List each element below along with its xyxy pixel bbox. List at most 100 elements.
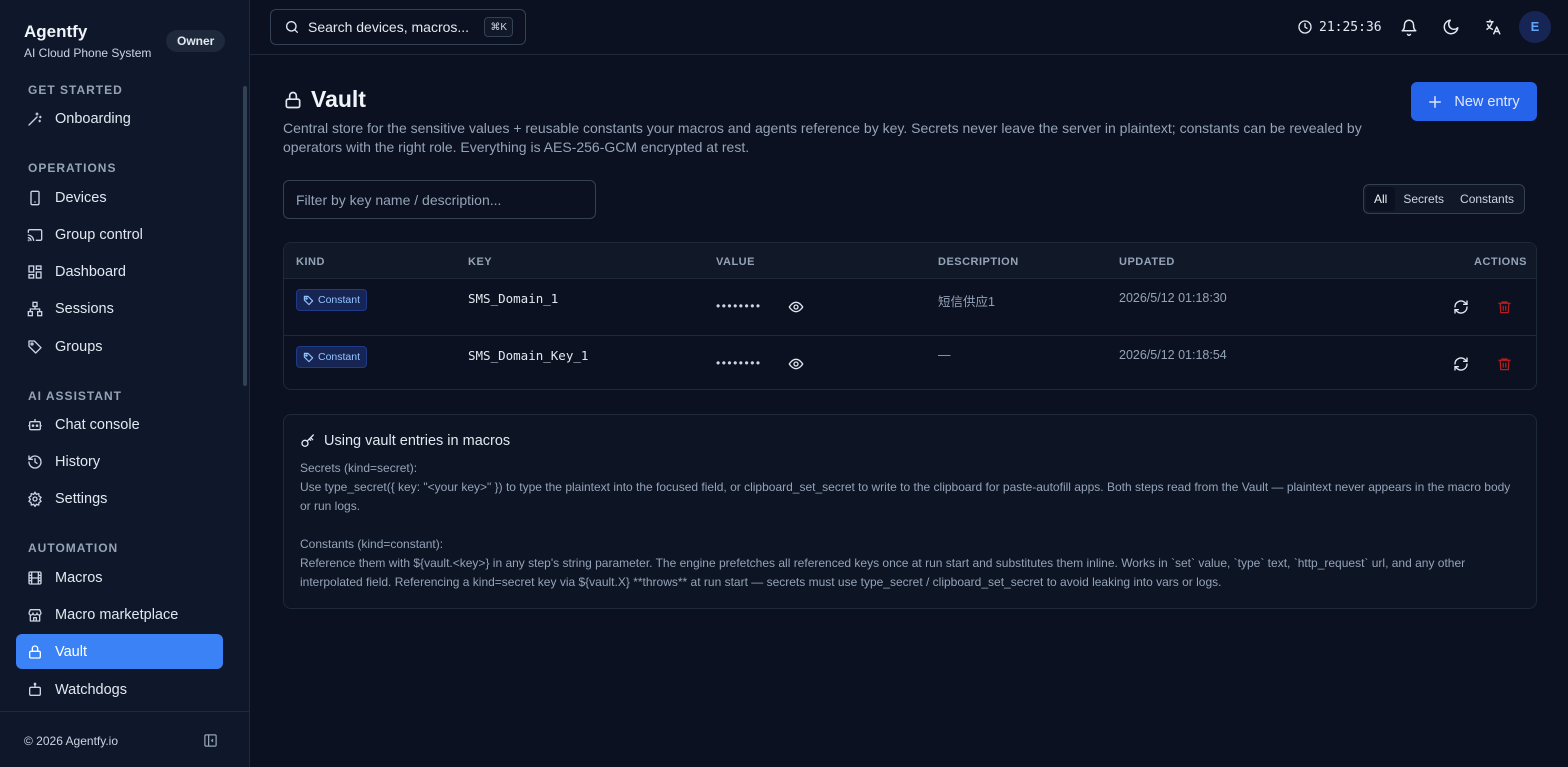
avatar[interactable]: E (1519, 11, 1551, 43)
search-shortcut: ⌘K (484, 17, 513, 37)
topbar: Search devices, macros... ⌘K 21:25:36 E (250, 0, 1568, 55)
value-masked: •••••••• (716, 299, 762, 313)
info-body: Secrets (kind=secret): Use type_secret({… (300, 459, 1515, 592)
gear-icon (27, 490, 43, 507)
column-header-actions: ACTIONS (1474, 256, 1527, 268)
table-row: Constant SMS_Domain_1 •••••••• 短信供应1 202… (284, 279, 1536, 335)
sidebar-item-watchdogs[interactable]: Watchdogs (16, 672, 223, 707)
section-title-automation: AUTOMATION (28, 541, 119, 555)
sidebar-item-label: Groups (55, 338, 103, 355)
tab-constants[interactable]: Constants (1452, 187, 1522, 211)
kind-filter-tabs: All Secrets Constants (1363, 184, 1526, 214)
kind-badge: Constant (296, 346, 368, 368)
trash-icon[interactable] (1497, 356, 1512, 372)
key-icon (300, 433, 316, 449)
kind-label: Constant (318, 351, 361, 363)
table-header: KIND KEY VALUE DESCRIPTION UPDATED ACTIO… (284, 243, 1536, 279)
sidebar-item-label: Settings (55, 490, 108, 507)
rotate-icon[interactable] (1453, 356, 1469, 372)
sidebar-item-macros[interactable]: Macros (16, 560, 223, 595)
page-title-text: Vault (311, 86, 366, 112)
tags-icon (27, 339, 43, 355)
sidebar-item-vault[interactable]: Vault (16, 634, 223, 669)
secrets-text: Use type_secret({ key: "<your key>" }) t… (300, 480, 1511, 513)
updated-cell: 2026/5/12 01:18:54 (1119, 348, 1227, 362)
constants-text: Reference them with ${vault.<key>} in an… (300, 556, 1466, 589)
network-icon (27, 301, 43, 317)
search-icon (284, 19, 300, 35)
eye-icon[interactable] (788, 299, 804, 315)
secrets-heading: Secrets (kind=secret): (300, 461, 418, 475)
description-cell: 短信供应1 (938, 295, 995, 309)
copyright: © 2026 Agentfy.io (24, 734, 119, 748)
sidebar-item-onboarding[interactable]: Onboarding (16, 101, 223, 136)
brand: Agentfy AI Cloud Phone System (24, 22, 151, 60)
sidebar-item-settings[interactable]: Settings (16, 481, 223, 516)
eye-icon[interactable] (788, 356, 804, 372)
translate-icon[interactable] (1484, 18, 1502, 36)
tab-all[interactable]: All (1366, 187, 1396, 211)
new-entry-button[interactable]: New entry (1411, 82, 1537, 121)
sidebar-item-label: Chat console (55, 416, 140, 433)
sidebar-item-history[interactable]: History (16, 444, 223, 479)
brand-subtitle: AI Cloud Phone System (24, 46, 152, 60)
key-cell: SMS_Domain_Key_1 (468, 348, 589, 363)
history-icon (27, 454, 43, 470)
film-icon (27, 570, 43, 586)
kind-label: Constant (318, 294, 361, 306)
constants-heading: Constants (kind=constant): (300, 537, 444, 551)
sidebar-item-label: Sessions (55, 300, 114, 317)
moon-icon[interactable] (1442, 18, 1460, 36)
sidebar-item-devices[interactable]: Devices (16, 180, 223, 215)
sidebar-item-label: Onboarding (55, 110, 131, 127)
kind-badge: Constant (296, 289, 368, 311)
description-cell: — (938, 348, 951, 362)
sidebar-item-chat-console[interactable]: Chat console (16, 407, 223, 442)
rotate-icon[interactable] (1453, 299, 1469, 315)
search-input[interactable]: Search devices, macros... ⌘K (270, 9, 526, 45)
tag-icon (303, 352, 314, 363)
sidebar-footer: © 2026 Agentfy.io (0, 711, 250, 767)
section-title-get-started: GET STARTED (28, 83, 123, 97)
lock-icon (27, 644, 43, 660)
trash-icon[interactable] (1497, 299, 1512, 315)
phone-icon (27, 190, 43, 206)
bot-icon (27, 417, 43, 433)
sidebar-item-sessions[interactable]: Sessions (16, 291, 223, 326)
updated-cell: 2026/5/12 01:18:30 (1119, 291, 1227, 305)
sidebar-item-dashboard[interactable]: Dashboard (16, 254, 223, 289)
value-masked: •••••••• (716, 356, 762, 370)
sidebar: Agentfy AI Cloud Phone System Owner GET … (0, 0, 250, 767)
sidebar-item-label: Macro marketplace (55, 606, 179, 623)
page-description: Central store for the sensitive values +… (283, 120, 1362, 155)
usage-info-card: Using vault entries in macros Secrets (k… (283, 414, 1537, 609)
wand-icon (27, 111, 43, 127)
column-header-updated: UPDATED (1119, 256, 1175, 268)
column-header-description: DESCRIPTION (938, 256, 1019, 268)
tab-secrets[interactable]: Secrets (1395, 187, 1452, 211)
clock-time: 21:25:36 (1319, 19, 1382, 35)
search-placeholder: Search devices, macros... (308, 19, 470, 35)
store-icon (27, 607, 43, 623)
sidebar-item-label: Vault (55, 643, 87, 660)
sidebar-item-label: Watchdogs (55, 681, 127, 698)
cast-icon (27, 227, 43, 243)
robot-icon (27, 682, 43, 698)
sidebar-item-macro-marketplace[interactable]: Macro marketplace (16, 597, 223, 632)
role-badge: Owner (166, 30, 226, 52)
sidebar-item-label: Group control (55, 226, 143, 243)
info-title: Using vault entries in macros (300, 433, 510, 449)
sidebar-item-label: Dashboard (55, 263, 126, 280)
brand-name: Agentfy (24, 22, 88, 41)
sidebar-item-label: Devices (55, 189, 107, 206)
sidebar-item-group-control[interactable]: Group control (16, 217, 223, 252)
new-entry-label: New entry (1454, 93, 1520, 110)
bell-icon[interactable] (1400, 18, 1418, 36)
page-title: Vault (283, 86, 366, 113)
clock: 21:25:36 (1297, 19, 1382, 35)
table-row: Constant SMS_Domain_Key_1 •••••••• — 202… (284, 335, 1536, 389)
sidebar-item-groups[interactable]: Groups (16, 329, 223, 364)
filter-input[interactable] (283, 180, 596, 219)
sidebar-collapse-icon[interactable] (203, 733, 218, 748)
sidebar-scrollbar[interactable] (243, 86, 247, 386)
